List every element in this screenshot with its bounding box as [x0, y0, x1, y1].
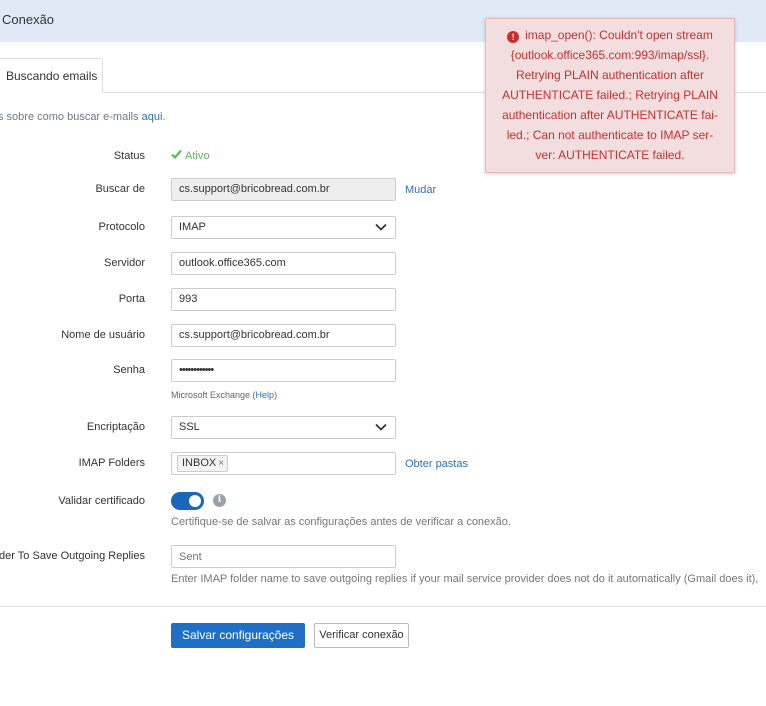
toggle-knob — [189, 495, 201, 507]
help-link[interactable]: aqui — [142, 111, 163, 123]
port-label: Porta — [118, 293, 145, 305]
remove-tag-icon[interactable]: × — [218, 458, 224, 469]
protocol-label: Protocolo — [98, 221, 145, 233]
get-folders-link[interactable]: Obter pastas — [405, 458, 468, 470]
help-exchange-link[interactable]: Help — [256, 390, 275, 400]
server-label: Servidor — [104, 257, 145, 269]
status-value: Ativo — [171, 149, 209, 162]
change-link[interactable]: Mudar — [405, 184, 436, 196]
info-icon[interactable]: i — [213, 494, 226, 507]
error-icon: ! — [507, 31, 520, 43]
outgoing-folder-label: der To Save Outgoing Replies — [0, 550, 145, 562]
check-icon — [171, 149, 182, 159]
encryption-select[interactable]: SSL — [171, 416, 396, 439]
error-alert: ! imap_open(): Couldn't open stream {outl… — [485, 18, 735, 173]
save-settings-button[interactable]: Salvar configurações — [171, 623, 305, 648]
page-title: Conexão — [2, 12, 55, 27]
fetch-from-label: Buscar de — [95, 183, 145, 195]
chevron-down-icon — [375, 223, 387, 231]
help-text: s sobre como buscar e-mails aqui. — [0, 111, 166, 123]
imap-folders-label: IMAP Folders — [78, 457, 145, 469]
alert-line: ! imap_open(): Couldn't open stream — [496, 25, 724, 45]
folder-tag: INBOX × — [177, 455, 229, 472]
verify-connection-button[interactable]: Verificar conexão — [314, 623, 409, 648]
server-input[interactable]: outlook.office365.com — [171, 252, 396, 275]
status-label: Status — [113, 150, 145, 162]
alert-line: ver: AUTHENTICATE failed. — [535, 148, 685, 162]
alert-line: authentication after AUTHENTICATE fai- — [502, 108, 718, 122]
password-note: Microsoft Exchange (Help) — [171, 390, 278, 400]
chevron-down-icon — [375, 423, 387, 431]
alert-line: Retrying PLAIN authentication after — [515, 68, 705, 82]
alert-line: led.; Can not authenticate to IMAP ser- — [506, 128, 714, 142]
password-input[interactable]: •••••••••••• — [171, 359, 396, 382]
validate-cert-label: Validar certificado — [58, 495, 145, 507]
alert-line: AUTHENTICATE failed.; Retrying PLAIN — [502, 88, 718, 102]
validate-cert-toggle[interactable] — [171, 492, 204, 510]
encryption-label: Encriptação — [86, 421, 145, 433]
validate-cert-note: Certifique-se de salvar as configurações… — [171, 516, 511, 528]
username-input[interactable]: cs.support@bricobread.com.br — [171, 324, 396, 347]
protocol-select[interactable]: IMAP — [171, 216, 396, 239]
password-label: Senha — [113, 364, 145, 376]
outgoing-folder-note: Enter IMAP folder name to save outgoing … — [171, 573, 759, 585]
username-label: Nome de usuário — [61, 329, 145, 341]
alert-line: {outlook.office365.com:993/imap/ssl}. — [510, 48, 710, 62]
fetch-from-field[interactable]: cs.support@bricobread.com.br — [171, 178, 396, 201]
outgoing-folder-input[interactable] — [171, 545, 396, 568]
tab-fetching-emails[interactable]: Buscando emails — [0, 58, 103, 93]
divider — [0, 606, 766, 607]
port-input[interactable]: 993 — [171, 288, 396, 311]
tab-label: Buscando emails — [6, 69, 98, 83]
